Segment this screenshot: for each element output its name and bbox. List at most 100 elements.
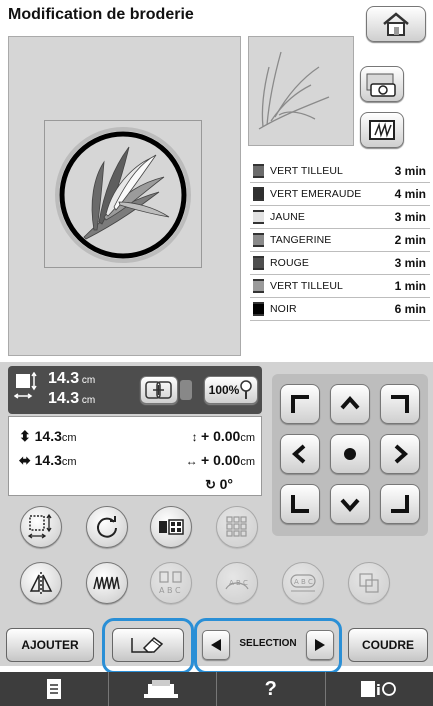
mirror-button[interactable] bbox=[20, 562, 62, 604]
thread-time: 3 min bbox=[394, 210, 426, 224]
thread-name: ROUGE bbox=[270, 257, 310, 269]
zoom-button[interactable]: 100% bbox=[204, 376, 258, 404]
frame-icon-alt bbox=[180, 380, 192, 400]
vertical-move-icon: ↕ bbox=[191, 430, 201, 444]
thread-row: JAUNE 3 min bbox=[250, 206, 430, 229]
center-button[interactable] bbox=[330, 434, 370, 474]
stitch-view-icon bbox=[369, 120, 395, 140]
thread-time: 1 min bbox=[394, 279, 426, 293]
corner-up-left-icon bbox=[291, 395, 309, 413]
design-size-icon bbox=[14, 372, 37, 399]
thread-time: 2 min bbox=[394, 233, 426, 247]
density-button[interactable] bbox=[86, 562, 128, 604]
resize-icon bbox=[27, 513, 52, 539]
document-button[interactable] bbox=[0, 672, 108, 706]
home-button[interactable] bbox=[366, 6, 426, 42]
thread-time: 3 min bbox=[394, 164, 426, 178]
corner-down-right-icon bbox=[391, 495, 409, 513]
spool-icon bbox=[253, 233, 264, 247]
frame-display-button[interactable] bbox=[140, 376, 178, 404]
svg-text:A B C: A B C bbox=[294, 578, 313, 586]
spool-icon bbox=[253, 279, 264, 293]
horizontal-move-icon: ↔ bbox=[185, 454, 201, 468]
mirror-icon bbox=[29, 572, 53, 594]
stitch-view-button[interactable] bbox=[360, 112, 404, 148]
home-icon bbox=[383, 12, 409, 36]
grid-icon bbox=[226, 516, 247, 537]
thread-name: JAUNE bbox=[270, 211, 305, 223]
size-readout: ⬍ 14.3cm ⬌ 14.3cm bbox=[19, 428, 77, 468]
text-spacing-button[interactable]: A B C bbox=[282, 562, 324, 604]
spool-icon bbox=[253, 164, 264, 178]
arc-text-button[interactable]: A B C bbox=[216, 562, 258, 604]
spool-icon bbox=[253, 187, 264, 201]
thread-row: VERT TILLEUL 3 min bbox=[250, 160, 430, 183]
thread-name: NOIR bbox=[270, 303, 297, 315]
document-icon bbox=[46, 679, 61, 699]
text-spacing-icon: A B C bbox=[290, 574, 316, 592]
info-button[interactable]: i bbox=[324, 672, 433, 706]
move-up-button[interactable] bbox=[330, 384, 370, 424]
magnifier-icon bbox=[240, 380, 253, 399]
thread-row: ROUGE 3 min bbox=[250, 252, 430, 275]
arc-text-icon: A B C bbox=[225, 579, 249, 590]
array-button[interactable] bbox=[216, 506, 258, 548]
sewing-machine-icon bbox=[144, 680, 179, 698]
thread-time: 4 min bbox=[394, 187, 426, 201]
corner-down-left-icon bbox=[291, 495, 309, 513]
sew-button[interactable]: COUDRE bbox=[348, 628, 428, 662]
font-icon: A B C bbox=[159, 571, 182, 595]
chevron-up-icon bbox=[340, 395, 360, 410]
camera-view-button[interactable] bbox=[360, 66, 404, 102]
size-button[interactable] bbox=[20, 506, 62, 548]
rotate-icon bbox=[97, 516, 117, 538]
spool-icon bbox=[253, 302, 264, 316]
move-up-right-button[interactable] bbox=[380, 384, 420, 424]
design-preview bbox=[248, 36, 354, 146]
height-arrow-icon: ⬍ bbox=[19, 428, 31, 444]
thread-name: VERT TILLEUL bbox=[270, 165, 343, 177]
embroidery-design[interactable] bbox=[44, 122, 202, 268]
thread-name: VERT TILLEUL bbox=[270, 280, 343, 292]
thread-row: TANGERINE 2 min bbox=[250, 229, 430, 252]
sew-label: COUDRE bbox=[361, 638, 414, 652]
move-left-button[interactable] bbox=[280, 434, 320, 474]
move-down-right-button[interactable] bbox=[380, 484, 420, 524]
border-button[interactable] bbox=[348, 562, 390, 604]
design-thumbnail bbox=[258, 51, 330, 130]
move-pad bbox=[272, 374, 428, 536]
add-label: AJOUTER bbox=[21, 638, 79, 652]
svg-text:A B C: A B C bbox=[159, 586, 181, 595]
size-info-bar: 14.3 cm 14.3 cm 100% bbox=[8, 366, 262, 414]
zoom-label: 100% bbox=[208, 383, 240, 397]
center-dot-icon bbox=[344, 448, 356, 460]
thread-color-button[interactable] bbox=[150, 506, 192, 548]
offset-readout: ↕ + 0.00cm ↔ + 0.00cm ↻ 0° bbox=[185, 428, 255, 492]
add-button[interactable]: AJOUTER bbox=[6, 628, 94, 662]
machine-settings-button[interactable] bbox=[107, 672, 217, 706]
thread-row: VERT TILLEUL 1 min bbox=[250, 275, 430, 298]
move-down-left-button[interactable] bbox=[280, 484, 320, 524]
help-button[interactable]: ? bbox=[216, 672, 325, 706]
svg-text:i: i bbox=[376, 683, 381, 699]
chevron-down-icon bbox=[340, 498, 360, 513]
delete-highlight bbox=[102, 618, 194, 674]
move-up-left-button[interactable] bbox=[280, 384, 320, 424]
help-label: ? bbox=[264, 677, 277, 700]
camera-icon bbox=[366, 73, 396, 97]
chevron-right-icon bbox=[394, 444, 409, 464]
spool-icon bbox=[253, 256, 264, 270]
corner-up-right-icon bbox=[391, 395, 409, 413]
selection-highlight bbox=[194, 618, 342, 674]
thread-time: 6 min bbox=[394, 302, 426, 316]
font-button[interactable]: A B C bbox=[150, 562, 192, 604]
move-right-button[interactable] bbox=[380, 434, 420, 474]
chevron-left-icon bbox=[291, 444, 306, 464]
move-down-button[interactable] bbox=[330, 484, 370, 524]
info-icon: i bbox=[361, 681, 397, 699]
thread-row: VERT EMERAUDE 4 min bbox=[250, 183, 430, 206]
thread-name: VERT EMERAUDE bbox=[270, 188, 362, 200]
spool-icon bbox=[253, 210, 264, 224]
design-size-text: 14.3 cm 14.3 cm bbox=[48, 370, 96, 407]
rotate-button[interactable] bbox=[86, 506, 128, 548]
